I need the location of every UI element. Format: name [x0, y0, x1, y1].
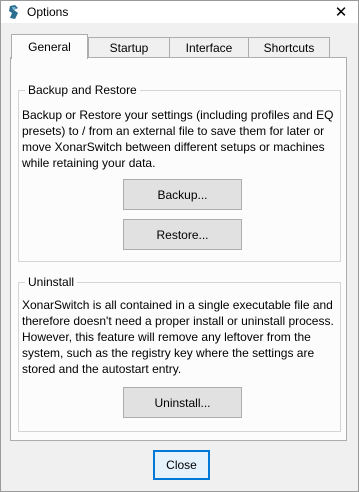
tab-shortcuts[interactable]: Shortcuts: [248, 37, 330, 57]
window-close-button[interactable]: ✕: [324, 1, 358, 23]
backup-restore-group: Backup and Restore Backup or Restore you…: [18, 83, 341, 262]
tab-general-label: General: [28, 40, 71, 54]
backup-restore-description: Backup or Restore your settings (includi…: [22, 108, 334, 170]
uninstall-button[interactable]: Uninstall...: [123, 387, 242, 418]
tab-startup[interactable]: Startup: [88, 37, 170, 57]
uninstall-group: Uninstall XonarSwitch is all contained i…: [18, 275, 341, 432]
title-bar[interactable]: Options ✕: [1, 1, 358, 23]
tab-startup-label: Startup: [109, 40, 149, 55]
uninstall-legend: Uninstall: [25, 275, 78, 289]
tab-interface[interactable]: Interface: [169, 37, 249, 57]
options-window: Options ✕ General Startup Interface Shor…: [0, 0, 359, 492]
backup-button[interactable]: Backup...: [123, 179, 242, 210]
xonarswitch-app-icon: [9, 5, 18, 19]
restore-button[interactable]: Restore...: [123, 219, 242, 250]
window-title: Options: [27, 5, 69, 19]
close-icon: ✕: [334, 4, 348, 21]
uninstall-description: XonarSwitch is all contained in a single…: [22, 298, 334, 376]
tab-interface-label: Interface: [185, 40, 233, 55]
close-button[interactable]: Close: [153, 450, 210, 480]
tab-general[interactable]: General: [11, 34, 88, 59]
backup-restore-legend: Backup and Restore: [25, 83, 140, 97]
general-tab-panel: Backup and Restore Backup or Restore you…: [10, 57, 347, 441]
tab-shortcuts-label: Shortcuts: [263, 40, 315, 55]
